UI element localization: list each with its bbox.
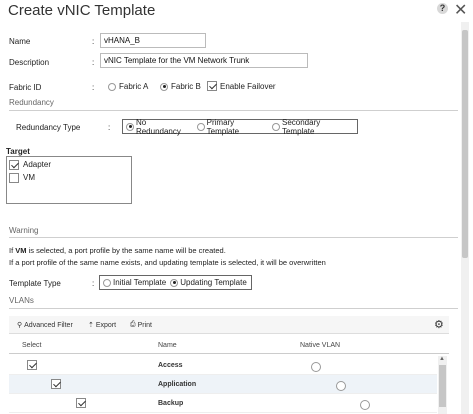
native-vlan-radio[interactable] — [335, 381, 346, 391]
enable-failover-option[interactable]: Enable Failover — [207, 81, 276, 91]
vlans-divider — [9, 308, 458, 309]
enable-failover-checkbox[interactable] — [207, 81, 217, 91]
print-icon: ⎙ — [130, 321, 136, 328]
vm-label: VM — [23, 173, 35, 182]
no-redundancy-label: No Redundancy — [135, 117, 181, 136]
redundancy-divider — [9, 110, 458, 111]
template-type-group: Initial Template Updating Template — [99, 275, 252, 290]
filter-icon: ⚲ — [17, 322, 23, 329]
vlan-name: Backup — [158, 400, 184, 407]
target-section-title: Target — [6, 147, 30, 156]
description-field[interactable]: vNIC Template for the VM Network Trunk — [100, 53, 308, 68]
no-redundancy-radio[interactable] — [126, 122, 134, 131]
table-row[interactable] — [9, 394, 437, 413]
updating-template-radio[interactable] — [170, 278, 179, 287]
name-label: Name — [9, 37, 31, 46]
vlans-toolbar — [9, 316, 449, 334]
initial-template-radio[interactable] — [103, 278, 111, 287]
enable-failover-label: Enable Failover — [220, 81, 276, 91]
fabric-a-radio[interactable] — [108, 82, 116, 91]
initial-template-option[interactable]: Initial Template — [103, 278, 166, 287]
close-icon[interactable]: ✕ — [454, 0, 467, 20]
redundancy-type-group: No Redundancy Primary Template Secondary… — [122, 117, 358, 136]
redundancy-type-label: Redundancy Type — [16, 123, 81, 132]
vlans-grid-scroll-thumb[interactable] — [439, 365, 446, 407]
export-label: Export — [95, 321, 117, 329]
vlans-section-title: VLANs — [9, 296, 34, 305]
fabric-b-radio[interactable] — [160, 82, 168, 91]
warning-line-2: If a port profile of the same name exist… — [9, 258, 326, 267]
primary-template-radio[interactable] — [196, 122, 205, 131]
description-label: Description — [9, 58, 50, 67]
column-header-select[interactable]: Select — [22, 342, 41, 349]
fabric-a-label: Fabric A — [119, 82, 149, 91]
no-redundancy-option[interactable]: No Redundancy — [126, 118, 193, 136]
export-button[interactable]: ⇡ Export — [88, 321, 117, 330]
vlans-grid-header — [9, 336, 449, 354]
template-type-colon: : — [92, 279, 95, 288]
primary-template-label: Primary Template — [206, 117, 240, 136]
vlan-name: Access — [158, 362, 183, 369]
warning-divider — [9, 237, 458, 238]
template-type-label: Template Type — [9, 279, 61, 288]
warning-line-1: If VM is selected, a port profile by the… — [9, 246, 226, 255]
secondary-template-label: Secondary Template — [281, 117, 321, 136]
table-row[interactable] — [9, 356, 437, 375]
name-field[interactable]: vHANA_B — [100, 33, 206, 48]
settings-gear-icon[interactable]: ⚙ — [434, 318, 444, 331]
warning-line-1-suffix: is selected, a port profile by the same … — [26, 246, 226, 255]
scroll-up-arrow-icon[interactable]: ▲ — [439, 356, 445, 362]
advanced-filter-label: Advanced Filter — [24, 321, 73, 329]
secondary-template-radio[interactable] — [272, 122, 280, 131]
warning-section-title: Warning — [9, 226, 39, 235]
column-header-name[interactable]: Name — [158, 342, 177, 349]
adapter-checkbox[interactable] — [9, 159, 19, 170]
vm-checkbox[interactable] — [9, 172, 19, 183]
target-item-vm[interactable]: VM — [7, 171, 131, 184]
updating-template-label: Updating Template — [180, 278, 247, 287]
row-select-checkbox[interactable] — [75, 398, 86, 408]
fabric-b-option[interactable]: Fabric B — [160, 82, 201, 91]
row-select-checkbox[interactable] — [51, 379, 62, 389]
print-button[interactable]: ⎙ Print — [130, 321, 152, 329]
dialog-title: Create vNIC Template — [8, 2, 156, 19]
row-select-checkbox[interactable] — [27, 360, 37, 370]
column-header-native-vlan[interactable]: Native VLAN — [300, 342, 340, 349]
target-list: Adapter VM — [6, 156, 132, 204]
target-item-adapter[interactable]: Adapter — [7, 158, 131, 171]
export-icon: ⇡ — [88, 322, 94, 329]
table-row[interactable] — [9, 375, 437, 394]
updating-template-option[interactable]: Updating Template — [170, 278, 247, 287]
redundancy-section-title: Redundancy — [9, 98, 54, 107]
redundancy-type-colon: : — [108, 123, 111, 132]
dialog-scroll-thumb[interactable] — [462, 30, 468, 258]
fabric-id-label: Fabric ID — [9, 83, 42, 92]
secondary-template-option[interactable]: Secondary Template — [272, 118, 354, 136]
vlan-name: Application — [158, 381, 197, 388]
initial-template-label: Initial Template — [113, 278, 167, 287]
fabric-a-option[interactable]: Fabric A — [108, 82, 148, 91]
fabric-b-label: Fabric B — [171, 82, 201, 91]
warning-line-1-bold: VM — [15, 246, 27, 255]
help-icon[interactable]: ? — [437, 3, 448, 14]
primary-template-option[interactable]: Primary Template — [196, 117, 268, 136]
print-label: Print — [137, 321, 153, 329]
fabric-id-colon: : — [92, 83, 95, 92]
advanced-filter-button[interactable]: ⚲ Advanced Filter — [17, 321, 73, 330]
description-colon: : — [92, 58, 95, 67]
adapter-label: Adapter — [23, 160, 52, 169]
name-colon: : — [92, 37, 95, 46]
